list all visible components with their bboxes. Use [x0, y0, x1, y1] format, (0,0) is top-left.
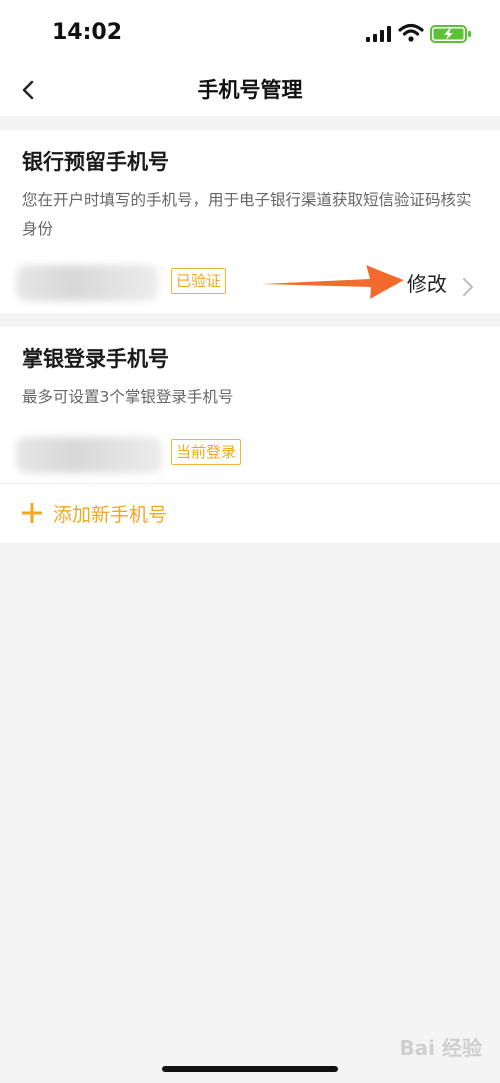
battery-charging-icon	[430, 25, 471, 43]
bank-phone-card: 银行预留手机号 您在开户时填写的手机号，用于电子银行渠道获取短信验证码核实身份 …	[0, 130, 500, 313]
page-title: 手机号管理	[197, 78, 303, 102]
add-phone-button[interactable]: 添加新手机号	[0, 484, 500, 543]
current-login-badge: 当前登录	[171, 439, 242, 465]
signal-icon	[366, 26, 391, 42]
login-section-description: 最多可设置3个掌银登录手机号	[22, 388, 234, 406]
login-phone-card: 掌银登录手机号 最多可设置3个掌银登录手机号 当前登录 添加新手机号	[0, 327, 500, 543]
status-time: 14:02	[52, 20, 123, 45]
login-section-title: 掌银登录手机号	[22, 347, 169, 371]
chevron-right-icon	[463, 277, 473, 296]
bank-section-title: 银行预留手机号	[22, 150, 169, 174]
annotation-arrow-icon	[262, 263, 407, 301]
edit-phone-button[interactable]: 修改	[407, 269, 474, 299]
home-indicator	[162, 1066, 338, 1072]
watermark: Bai 经验	[399, 1036, 482, 1060]
verified-badge: 已验证	[171, 268, 227, 294]
bank-section-description: 您在开户时填写的手机号，用于电子银行渠道获取短信验证码核实身份	[22, 191, 472, 238]
plus-icon	[22, 503, 42, 523]
add-phone-label: 添加新手机号	[53, 504, 168, 526]
edit-label: 修改	[406, 272, 447, 296]
status-bar: 14:02	[0, 0, 500, 64]
nav-bar: 手机号管理	[0, 64, 500, 116]
wifi-icon	[398, 23, 424, 42]
masked-phone-number	[16, 437, 162, 473]
masked-phone-number	[16, 265, 158, 301]
